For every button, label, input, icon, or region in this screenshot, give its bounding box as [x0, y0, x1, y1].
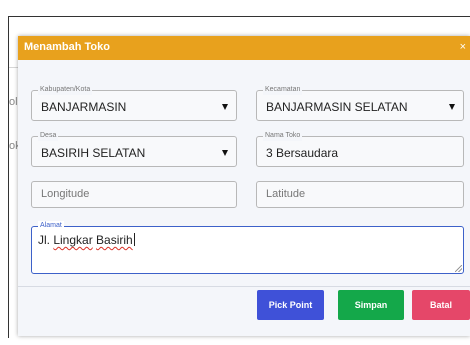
desa-select[interactable]: Desa BASIRIH SELATAN: [31, 131, 237, 167]
latitude-input[interactable]: Latitude: [256, 181, 464, 208]
address-text-misspelled: Lingkar: [53, 233, 93, 247]
kecamatan-label: Kecamatan: [263, 85, 303, 95]
address-text: Jl.: [38, 233, 54, 247]
address-value: Jl. Lingkar Basirih: [38, 233, 135, 247]
save-button[interactable]: Simpan: [338, 290, 404, 320]
caret-down-icon: [449, 104, 455, 110]
address-text-misspelled: Basirih: [96, 233, 133, 247]
latitude-placeholder: Latitude: [266, 188, 306, 200]
caret-down-icon: [222, 150, 228, 156]
kecamatan-value: BANJARMASIN SELATAN: [266, 100, 408, 114]
resize-handle-icon[interactable]: [455, 265, 462, 272]
desa-value: BASIRIH SELATAN: [41, 146, 146, 160]
desa-label: Desa: [38, 131, 59, 141]
store-name-label: Nama Toko: [263, 131, 303, 141]
store-name-value: 3 Bersaudara: [266, 146, 339, 160]
longitude-input[interactable]: Longitude: [31, 181, 237, 208]
cancel-button[interactable]: Batal: [412, 290, 470, 320]
modal-header: Menambah Toko ×: [18, 36, 470, 60]
longitude-placeholder: Longitude: [41, 188, 90, 200]
address-textarea[interactable]: Alamat Jl. Lingkar Basirih: [31, 221, 464, 274]
kabupaten-label: Kabupaten/Kota: [38, 85, 93, 95]
kabupaten-value: BANJARMASIN: [41, 100, 127, 114]
text-cursor: [133, 233, 135, 246]
kecamatan-select[interactable]: Kecamatan BANJARMASIN SELATAN: [256, 85, 464, 121]
add-store-modal: Menambah Toko × Kabupaten/Kota BANJARMAS…: [18, 36, 470, 336]
caret-down-icon: [222, 104, 228, 110]
modal-footer-divider: [18, 286, 470, 287]
modal-title: Menambah Toko: [24, 41, 110, 53]
store-name-input[interactable]: Nama Toko 3 Bersaudara: [256, 131, 464, 167]
address-label: Alamat: [38, 221, 64, 231]
kabupaten-select[interactable]: Kabupaten/Kota BANJARMASIN: [31, 85, 237, 121]
pick-point-button[interactable]: Pick Point: [257, 290, 324, 320]
close-icon[interactable]: ×: [460, 41, 466, 53]
background-text-fragment: ol: [9, 96, 18, 108]
